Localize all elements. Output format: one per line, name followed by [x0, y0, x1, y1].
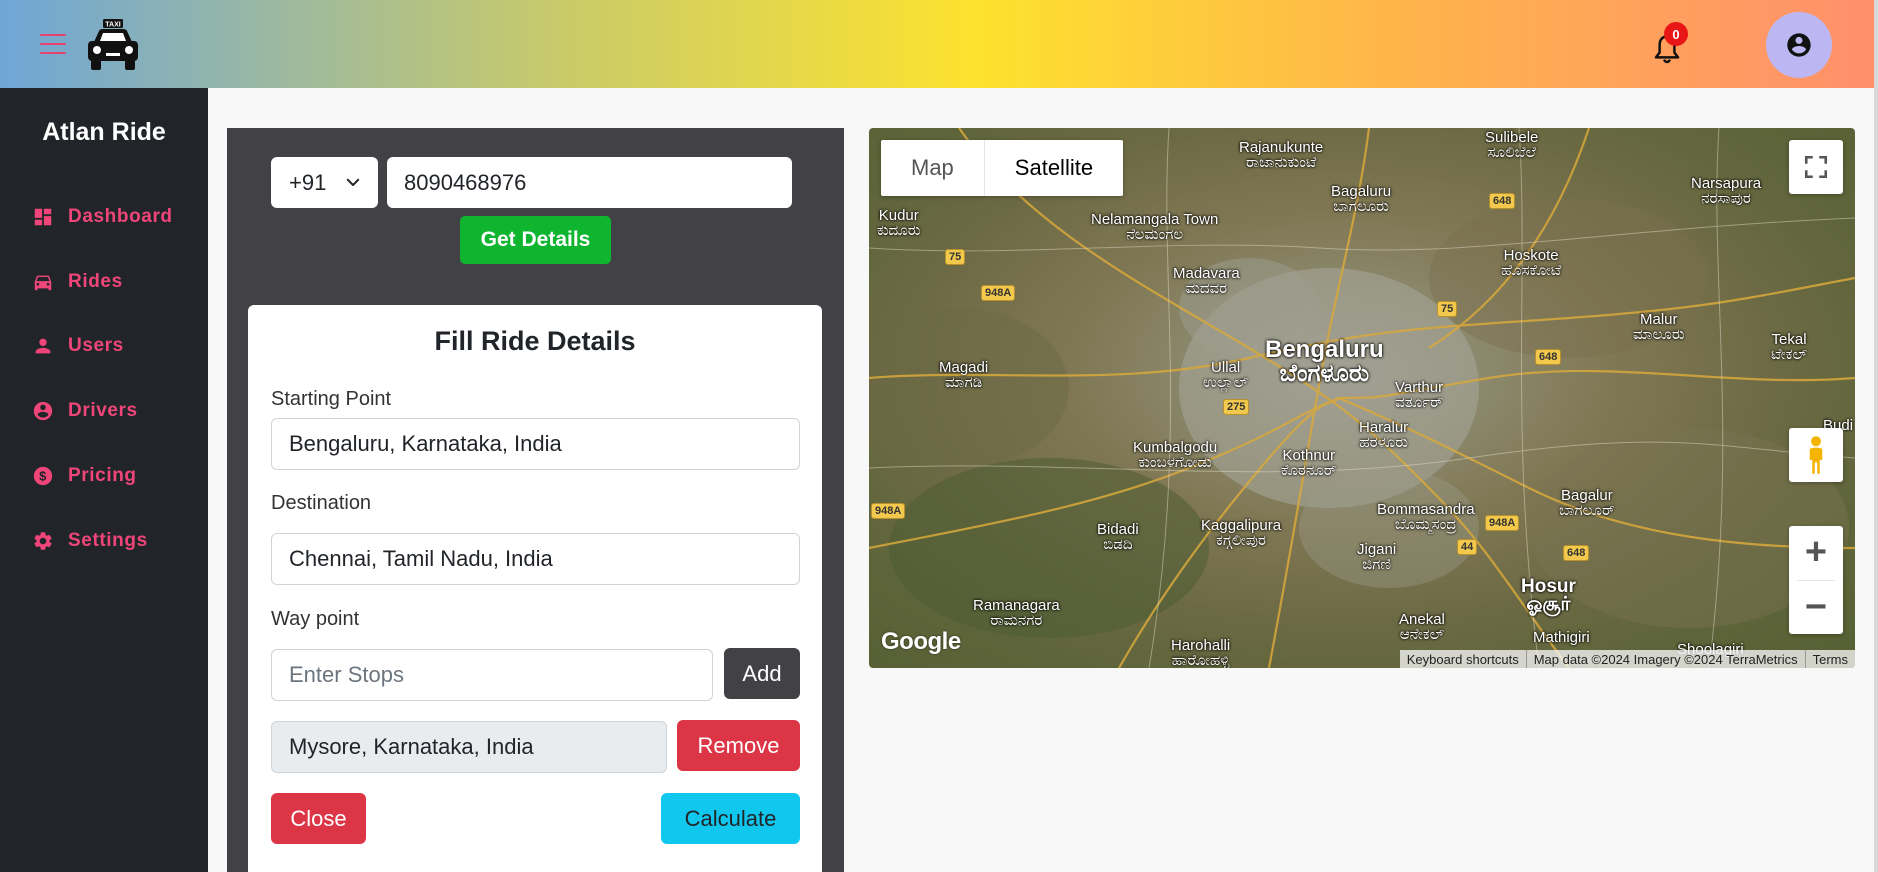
map-place-label: Bommasandra ಬೊಮ್ಮಸಂದ್ರ: [1377, 501, 1475, 533]
map-type-map-button[interactable]: Map: [881, 140, 984, 196]
map-data-attribution: Map data ©2024 Imagery ©2024 TerraMetric…: [1525, 650, 1805, 668]
map-place-label: Ullal ಉಲ್ಲಾಲ್: [1203, 359, 1249, 391]
road-shield: 948A: [981, 285, 1016, 301]
road-shield: 648: [1563, 545, 1590, 561]
sidebar-item-rides[interactable]: Rides: [32, 267, 123, 297]
destination-label: Destination: [271, 492, 372, 514]
map-place-label: Magadi ಮಾಗಡಿ: [939, 359, 989, 391]
map-place-label: Madavara ಮದವರ: [1173, 265, 1240, 297]
map-attribution: Keyboard shortcuts Map data ©2024 Imager…: [1399, 650, 1855, 668]
road-shield: 275: [1223, 399, 1250, 415]
sidebar-item-label: Dashboard: [68, 206, 173, 227]
sidebar: Atlan Ride Dashboard Rides Users Drivers…: [0, 88, 208, 872]
sidebar-item-users[interactable]: Users: [32, 331, 124, 361]
car-icon: [34, 275, 52, 291]
map-place-label: Bagalur ಬಾಗಲೂರ್: [1559, 487, 1615, 519]
map-city-label: Bengaluru ಬೆಂಗಳೂರು: [1265, 336, 1384, 387]
chevron-down-icon: [346, 178, 360, 186]
country-code-value: +91: [289, 169, 327, 195]
notification-count-badge: 0: [1664, 22, 1688, 46]
dollar-icon: $: [33, 466, 53, 486]
starting-point-input[interactable]: Bengaluru, Karnataka, India: [271, 418, 800, 470]
svg-text:TAXI: TAXI: [105, 22, 120, 29]
sidebar-item-settings[interactable]: Settings: [32, 526, 148, 556]
get-details-button[interactable]: Get Details: [460, 216, 611, 264]
window-edge: [1874, 0, 1878, 872]
map-place-label: Kaggalipura ಕಗ್ಗಲೀಪುರ: [1201, 517, 1282, 549]
road-shield: 648: [1489, 193, 1516, 209]
zoom-out-button[interactable]: −: [1789, 580, 1843, 634]
google-logo: Google: [881, 628, 961, 655]
sidebar-item-label: Settings: [68, 530, 148, 551]
remove-stop-button[interactable]: Remove: [677, 720, 800, 771]
stop-item: Mysore, Karnataka, India: [271, 721, 667, 773]
pegman-icon: [1809, 436, 1823, 474]
ride-form-title: Fill Ride Details: [434, 326, 636, 356]
add-stop-button[interactable]: Add: [724, 648, 800, 699]
account-circle-icon: [1787, 33, 1811, 57]
gear-icon: [34, 532, 52, 550]
user-avatar[interactable]: [1766, 12, 1832, 78]
sidebar-item-label: Pricing: [68, 465, 137, 486]
keyboard-shortcuts-link[interactable]: Keyboard shortcuts: [1400, 650, 1526, 668]
map-place-label: Nelamangala Town ನೆಲಮಂಗಲ: [1091, 211, 1219, 243]
map-place-label: Malur ಮಾಲೂರು: [1633, 311, 1685, 343]
phone-number-input[interactable]: 8090468976: [387, 157, 792, 208]
road-shield: 75: [1437, 301, 1458, 317]
sidebar-item-dashboard[interactable]: Dashboard: [32, 202, 173, 232]
map-view[interactable]: Rajanukunte ರಾಜಾನುಕುಂಟೆ Sulibele ಸೂಲಿಬೆಲೆ …: [869, 128, 1855, 668]
map-place-label: Tekal ಟೇಕಲ್: [1771, 331, 1808, 363]
waypoint-label: Way point: [271, 608, 360, 630]
map-place-label: Hosur ஓசூர்: [1521, 576, 1576, 615]
map-place-label: Hoskote ಹೊಸಕೋಟೆ: [1501, 247, 1562, 279]
starting-point-label: Starting Point: [271, 388, 392, 410]
brand-title: Atlan Ride: [42, 118, 166, 146]
map-place-label: Anekal ಆನೇಕಲ್: [1399, 611, 1445, 643]
close-button[interactable]: Close: [271, 793, 366, 844]
map-place-label: Bidadi ಬಿಡದಿ: [1097, 521, 1139, 553]
map-place-label: Jigani ಜಿಗಣಿ: [1357, 541, 1397, 573]
map-place-label: Rajanukunte ರಾಜಾನುಕುಂಟೆ: [1239, 139, 1324, 171]
country-code-select[interactable]: +91: [271, 157, 378, 208]
road-shield: 648: [1535, 349, 1562, 365]
waypoint-input[interactable]: Enter Stops: [271, 649, 713, 701]
map-place-label: Narsapura ನರಸಾಪುರ: [1691, 175, 1762, 207]
sidebar-item-label: Rides: [68, 271, 123, 292]
sidebar-item-drivers[interactable]: Drivers: [32, 396, 138, 426]
map-type-satellite-button[interactable]: Satellite: [983, 140, 1123, 196]
map-place-label: Mathigiri: [1533, 629, 1590, 646]
map-place-label: Ramanagara ರಾಮನಗರ: [973, 597, 1060, 629]
sidebar-item-label: Drivers: [68, 400, 138, 421]
map-place-label: Sulibele ಸೂಲಿಬೆಲೆ: [1485, 129, 1539, 161]
taxi-icon[interactable]: TAXI: [84, 18, 142, 72]
map-place-label: Kothnur ಕೊಠನೂರ್: [1281, 447, 1337, 479]
map-place-label: Kudur ಕುದೂರು: [877, 207, 921, 239]
dashboard-icon: [34, 208, 52, 226]
road-shield: 75: [945, 249, 966, 265]
map-type-toggle: Map Satellite: [881, 140, 1124, 196]
map-place-label: Kumbalgodu ಕುಂಬಳಗೋಡು: [1133, 439, 1218, 471]
top-navbar: TAXI 0: [0, 0, 1878, 88]
user-icon: [35, 338, 51, 354]
map-place-label: Bagaluru ಬಾಗಲೂರು: [1331, 183, 1392, 215]
zoom-in-button[interactable]: +: [1789, 526, 1843, 580]
destination-input[interactable]: Chennai, Tamil Nadu, India: [271, 533, 800, 585]
map-place-label: Varthur ವರ್ತೂರ್: [1395, 379, 1444, 411]
street-view-pegman[interactable]: [1789, 428, 1843, 482]
road-shield: 44: [1457, 539, 1478, 555]
hamburger-menu-icon[interactable]: [40, 34, 66, 54]
sidebar-item-pricing[interactable]: $ Pricing: [32, 461, 137, 491]
svg-text:$: $: [39, 469, 47, 484]
map-place-label: Harohalli ಹಾರೋಹಳ್ಳಿ: [1171, 637, 1231, 668]
sidebar-item-label: Users: [68, 335, 124, 356]
road-shield: 948A: [1485, 515, 1520, 531]
terms-link[interactable]: Terms: [1804, 650, 1855, 668]
fullscreen-button[interactable]: [1789, 140, 1843, 194]
fullscreen-icon: [1804, 155, 1828, 179]
road-shield: 948A: [871, 503, 906, 519]
calculate-button[interactable]: Calculate: [661, 793, 800, 844]
map-place-label: Haralur ಹರಳೂರು: [1359, 419, 1409, 451]
account-circle-icon: [33, 401, 53, 421]
zoom-control: + −: [1789, 526, 1843, 634]
